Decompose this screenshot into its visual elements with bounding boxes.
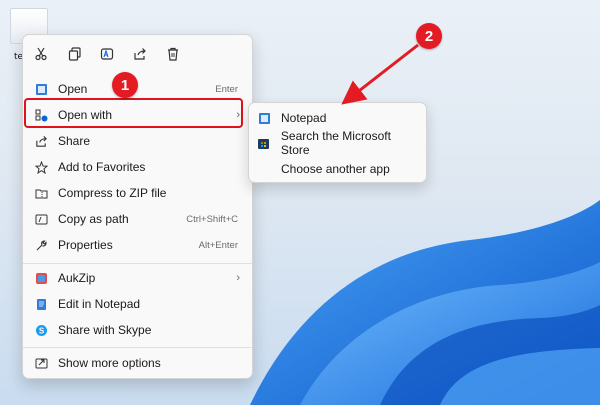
- menu-item-properties[interactable]: Properties Alt+Enter: [27, 233, 248, 257]
- submenu-item-choose-another-app[interactable]: Choose another app: [257, 158, 422, 180]
- submenu-item-microsoft-store[interactable]: Search the Microsoft Store: [257, 129, 422, 157]
- menu-separator: [23, 263, 252, 264]
- menu-item-share-with-skype-label: Share with Skype: [58, 323, 152, 337]
- skype-icon: S: [34, 323, 48, 337]
- menu-item-edit-in-notepad[interactable]: Edit in Notepad: [27, 292, 248, 316]
- menu-item-aukzip[interactable]: AukZip ›: [27, 266, 248, 290]
- submenu-item-microsoft-store-label: Search the Microsoft Store: [280, 129, 391, 157]
- copy-icon[interactable]: [65, 44, 85, 64]
- microsoft-store-icon: [257, 136, 271, 150]
- star-icon: [34, 160, 48, 174]
- menu-item-share-label: Share: [58, 134, 91, 148]
- chevron-right-icon: ›: [236, 272, 240, 284]
- menu-item-add-to-favorites-label: Add to Favorites: [58, 160, 146, 174]
- context-menu-toolbar: [23, 35, 252, 73]
- more-options-icon: [34, 356, 48, 370]
- menu-item-share-with-skype[interactable]: S Share with Skype: [27, 318, 248, 342]
- menu-item-add-to-favorites[interactable]: Add to Favorites: [27, 155, 248, 179]
- menu-item-edit-in-notepad-label: Edit in Notepad: [58, 297, 141, 311]
- menu-item-compress-zip[interactable]: Compress to ZIP file: [27, 181, 248, 205]
- submenu-item-notepad-label: Notepad: [281, 111, 327, 125]
- menu-separator: [23, 347, 252, 348]
- step-2-badge: 2: [416, 23, 442, 49]
- copy-path-icon: [34, 212, 48, 226]
- rename-icon[interactable]: [97, 44, 117, 64]
- menu-item-properties-shortcut: Alt+Enter: [198, 239, 238, 251]
- notepad-icon: [257, 111, 271, 125]
- empty-icon-slot: [257, 162, 271, 176]
- menu-item-compress-zip-label: Compress to ZIP file: [58, 186, 167, 200]
- menu-item-share[interactable]: Share: [27, 129, 248, 153]
- open-with-highlight-box: [24, 98, 243, 128]
- aukzip-icon: [34, 271, 48, 285]
- share-icon[interactable]: [130, 44, 150, 64]
- delete-icon[interactable]: [163, 44, 183, 64]
- menu-item-show-more-options-label: Show more options: [58, 356, 161, 370]
- menu-item-copy-as-path[interactable]: Copy as path Ctrl+Shift+C: [27, 207, 248, 231]
- menu-item-show-more-options[interactable]: Show more options: [27, 351, 248, 375]
- notepad-icon: [34, 82, 48, 96]
- zip-folder-icon: [34, 186, 48, 200]
- menu-item-copy-as-path-label: Copy as path: [58, 212, 129, 226]
- menu-item-copy-as-path-shortcut: Ctrl+Shift+C: [186, 213, 238, 225]
- menu-item-open-shortcut: Enter: [215, 83, 238, 95]
- step-1-badge: 1: [112, 72, 138, 98]
- cut-icon[interactable]: [31, 44, 51, 64]
- notepad-icon: [34, 297, 48, 311]
- submenu-item-choose-another-app-label: Choose another app: [281, 162, 390, 176]
- open-with-submenu: Notepad Search the Microsoft Store Choos…: [248, 102, 427, 183]
- menu-item-aukzip-label: AukZip: [58, 271, 96, 285]
- wrench-icon: [34, 238, 48, 252]
- menu-item-properties-label: Properties: [58, 238, 113, 252]
- svg-text:S: S: [38, 326, 44, 335]
- submenu-item-notepad[interactable]: Notepad: [257, 107, 422, 129]
- share-icon: [34, 134, 48, 148]
